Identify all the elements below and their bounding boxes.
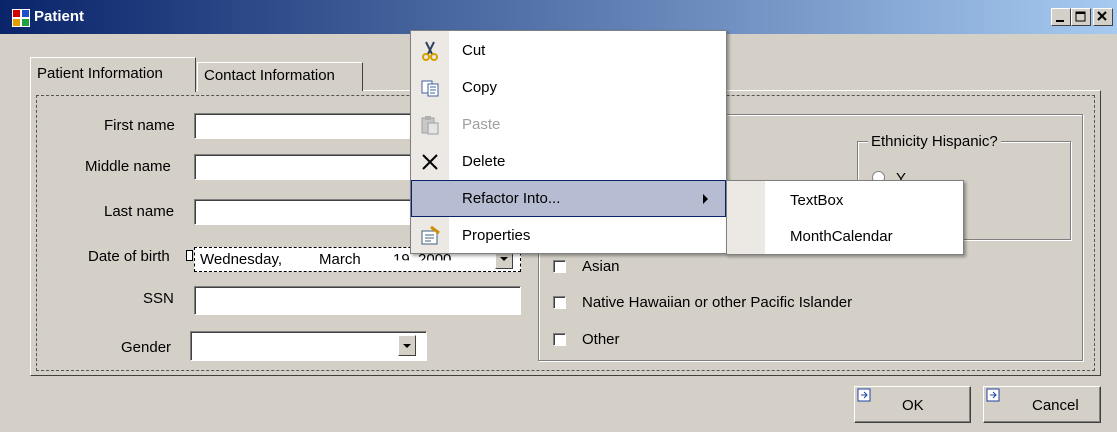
menu-item-refactor-into[interactable]: Refactor Into... [411, 180, 726, 217]
submenu-item-label: TextBox [790, 192, 844, 209]
submenu-item-monthcalendar[interactable]: MonthCalendar [727, 218, 963, 254]
delete-x-icon [422, 154, 438, 170]
cancel-button[interactable]: Cancel [983, 386, 1101, 423]
tab-patient-information[interactable]: Patient Information [30, 57, 196, 92]
ssn-input[interactable] [194, 286, 521, 315]
maximize-icon [1075, 11, 1086, 22]
ok-button[interactable]: OK [854, 386, 971, 423]
event-handler-icon [857, 388, 871, 402]
context-menu: Cut Copy Paste Delete Refactor Into... P… [410, 30, 727, 254]
race-option-label: Other [582, 331, 620, 348]
last-name-input[interactable] [194, 199, 411, 225]
paste-icon [421, 116, 439, 135]
dob-month: March [319, 251, 361, 268]
chevron-down-icon [403, 344, 411, 348]
menu-item-label: Refactor Into... [462, 190, 561, 207]
submenu-item-textbox[interactable]: TextBox [727, 182, 963, 218]
menu-item-label: Cut [462, 42, 486, 59]
selection-handle[interactable] [186, 250, 193, 261]
checkbox-other[interactable] [553, 333, 566, 346]
first-name-input[interactable] [194, 113, 411, 139]
ssn-label: SSN [143, 290, 174, 307]
menu-item-label: Paste [462, 116, 501, 133]
dob-weekday: Wednesday, [200, 251, 282, 268]
menu-item-paste: Paste [411, 106, 726, 143]
gender-select[interactable] [190, 331, 427, 361]
title-bar[interactable] [0, 0, 1117, 34]
event-handler-icon [986, 388, 1000, 402]
menu-item-label: Properties [462, 227, 531, 244]
ok-label: OK [902, 397, 924, 414]
menu-item-delete[interactable]: Delete [411, 143, 726, 180]
minimize-button[interactable] [1051, 8, 1071, 26]
menu-item-copy[interactable]: Copy [411, 69, 726, 106]
menu-item-label: Copy [462, 79, 498, 96]
close-icon [1097, 11, 1107, 21]
gender-dropdown-button[interactable] [398, 335, 416, 356]
middle-name-label: Middle name [85, 158, 171, 175]
copy-icon [421, 80, 439, 97]
race-option-label: Asian [582, 258, 620, 275]
submenu-item-label: MonthCalendar [790, 228, 893, 245]
tab-contact-information[interactable]: Contact Information [197, 62, 363, 91]
maximize-button[interactable] [1071, 8, 1091, 26]
checkbox-asian[interactable] [553, 260, 566, 273]
race-option-label: Native Hawaiian or other Pacific Islande… [582, 294, 853, 311]
scissors-icon [422, 41, 438, 61]
properties-icon [421, 225, 440, 245]
close-button[interactable] [1093, 8, 1113, 26]
middle-name-input[interactable] [194, 154, 411, 180]
checkbox-native-hawaiian[interactable] [553, 296, 566, 309]
cancel-label: Cancel [1032, 397, 1079, 414]
date-of-birth-label: Date of birth [88, 248, 170, 265]
minimize-icon [1056, 20, 1064, 22]
refactor-submenu: TextBox MonthCalendar [726, 180, 964, 255]
ethnicity-groupbox-title: Ethnicity Hispanic? [868, 133, 1001, 150]
menu-item-label: Delete [462, 153, 506, 170]
first-name-label: First name [104, 117, 175, 134]
last-name-label: Last name [104, 203, 175, 220]
submenu-arrow-icon [703, 194, 708, 204]
menu-item-cut[interactable]: Cut [411, 32, 726, 69]
menu-item-properties[interactable]: Properties [411, 217, 726, 254]
window-title: Patient [34, 8, 85, 25]
form-icon [12, 9, 30, 27]
gender-label: Gender [121, 339, 172, 356]
